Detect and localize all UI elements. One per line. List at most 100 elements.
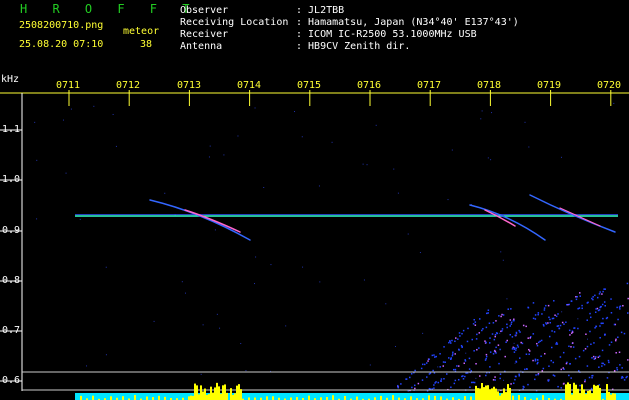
noise-dot bbox=[621, 367, 623, 369]
noise-dot bbox=[437, 381, 440, 384]
noise-dot bbox=[255, 256, 257, 258]
noise-dot bbox=[424, 363, 426, 366]
noise-dot bbox=[577, 327, 579, 330]
noise-dot bbox=[614, 339, 617, 342]
spectrogram-plot bbox=[0, 90, 629, 400]
noise-dot bbox=[363, 279, 365, 281]
noise-dot bbox=[417, 382, 420, 385]
noise-dot bbox=[427, 360, 429, 362]
noise-dot bbox=[610, 312, 613, 314]
noise-dot bbox=[442, 361, 445, 363]
noise-dot bbox=[543, 307, 546, 309]
noise-dot bbox=[568, 345, 570, 348]
noise-dot bbox=[513, 351, 516, 353]
noise-dot bbox=[462, 378, 465, 380]
noise-dot bbox=[602, 290, 604, 293]
noise-dot bbox=[499, 332, 501, 334]
noise-dot bbox=[65, 172, 67, 174]
noise-dot bbox=[563, 323, 565, 325]
noise-dot bbox=[607, 359, 610, 362]
noise-dot bbox=[577, 307, 579, 310]
noise-dot bbox=[545, 323, 548, 325]
noise-dot bbox=[502, 314, 505, 316]
noise-dot bbox=[538, 341, 540, 344]
signal-peak bbox=[612, 393, 614, 400]
noise-dot bbox=[595, 356, 597, 358]
noise-dot bbox=[532, 359, 534, 362]
noise-dot bbox=[507, 308, 509, 310]
noise-dot bbox=[450, 342, 452, 344]
noise-dot bbox=[549, 318, 551, 321]
noise-dot bbox=[485, 326, 488, 329]
signal-peak bbox=[238, 384, 240, 400]
noise-dot bbox=[481, 110, 483, 112]
noise-dot bbox=[454, 368, 457, 371]
noise-dot bbox=[451, 353, 454, 355]
noise-dot bbox=[601, 362, 603, 365]
signal-peak bbox=[440, 396, 442, 400]
noise-dot bbox=[550, 359, 552, 362]
noise-dot bbox=[209, 145, 211, 147]
noise-dot bbox=[473, 381, 476, 384]
noise-dot bbox=[505, 341, 507, 343]
noise-dot bbox=[540, 355, 542, 358]
noise-dot bbox=[549, 321, 552, 324]
noise-dot bbox=[596, 296, 599, 299]
noise-dot bbox=[462, 329, 465, 332]
noise-dot bbox=[537, 313, 539, 316]
noise-dot bbox=[484, 359, 487, 361]
noise-dot bbox=[586, 319, 588, 321]
noise-dot bbox=[568, 374, 570, 377]
noise-dot bbox=[489, 351, 492, 353]
noise-dot bbox=[518, 329, 520, 332]
noise-dot bbox=[478, 347, 480, 349]
noise-dot bbox=[504, 355, 506, 358]
signal-peak bbox=[192, 395, 194, 400]
noise-dot bbox=[491, 112, 493, 114]
noise-dot bbox=[592, 355, 595, 358]
noise-dot bbox=[557, 385, 559, 388]
noise-dot bbox=[578, 355, 581, 358]
signal-peak bbox=[593, 384, 595, 400]
noise-dot bbox=[439, 366, 441, 368]
noise-dot bbox=[214, 229, 216, 231]
signal-peak bbox=[272, 396, 274, 400]
noise-dot bbox=[506, 339, 508, 342]
noise-dot bbox=[553, 331, 556, 333]
signal-peak bbox=[569, 383, 571, 400]
noise-dot bbox=[62, 119, 64, 121]
noise-dot bbox=[449, 340, 451, 342]
noise-dot bbox=[474, 321, 477, 323]
signal-peak bbox=[483, 387, 485, 400]
noise-dot bbox=[485, 312, 488, 315]
noise-dot bbox=[492, 353, 495, 355]
noise-dot bbox=[537, 361, 539, 364]
noise-dot bbox=[414, 387, 416, 390]
signal-peak bbox=[599, 387, 601, 400]
signal-peak bbox=[476, 396, 478, 400]
noise-dot bbox=[503, 379, 505, 381]
noise-dot bbox=[620, 377, 623, 379]
signal-peak bbox=[512, 395, 514, 400]
noise-dot bbox=[565, 362, 568, 365]
noise-pattern bbox=[34, 102, 629, 392]
noise-dot bbox=[586, 365, 589, 367]
noise-dot bbox=[428, 358, 430, 360]
signal-peak bbox=[464, 396, 466, 400]
noise-dot bbox=[571, 342, 574, 344]
noise-dot bbox=[115, 145, 117, 147]
noise-dot bbox=[491, 333, 494, 335]
noise-dot bbox=[484, 340, 486, 342]
noise-dot bbox=[407, 233, 409, 235]
noise-dot bbox=[584, 379, 586, 381]
noise-dot bbox=[554, 314, 556, 316]
noise-dot bbox=[598, 366, 600, 368]
noise-dot bbox=[524, 121, 526, 123]
noise-dot bbox=[598, 293, 601, 295]
noise-dot bbox=[375, 124, 377, 126]
noise-dot bbox=[487, 309, 490, 311]
noise-dot bbox=[601, 349, 604, 352]
noise-dot bbox=[79, 218, 81, 220]
noise-dot bbox=[534, 378, 536, 381]
noise-dot bbox=[153, 320, 155, 322]
